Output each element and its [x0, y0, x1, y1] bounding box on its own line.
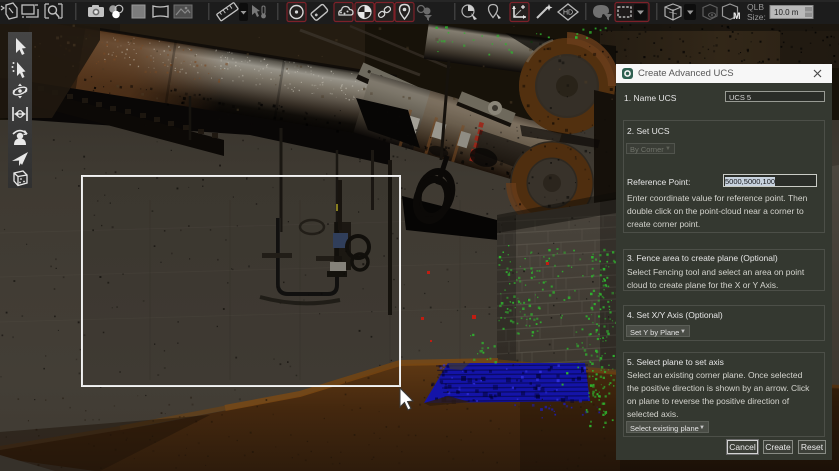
svg-text:HD: HD [563, 10, 573, 17]
svg-text:Size:: Size: [747, 12, 766, 22]
svg-text:M: M [733, 11, 741, 21]
svg-text:QLB: QLB [747, 2, 764, 12]
svg-text:10.0 m: 10.0 m [774, 8, 799, 17]
